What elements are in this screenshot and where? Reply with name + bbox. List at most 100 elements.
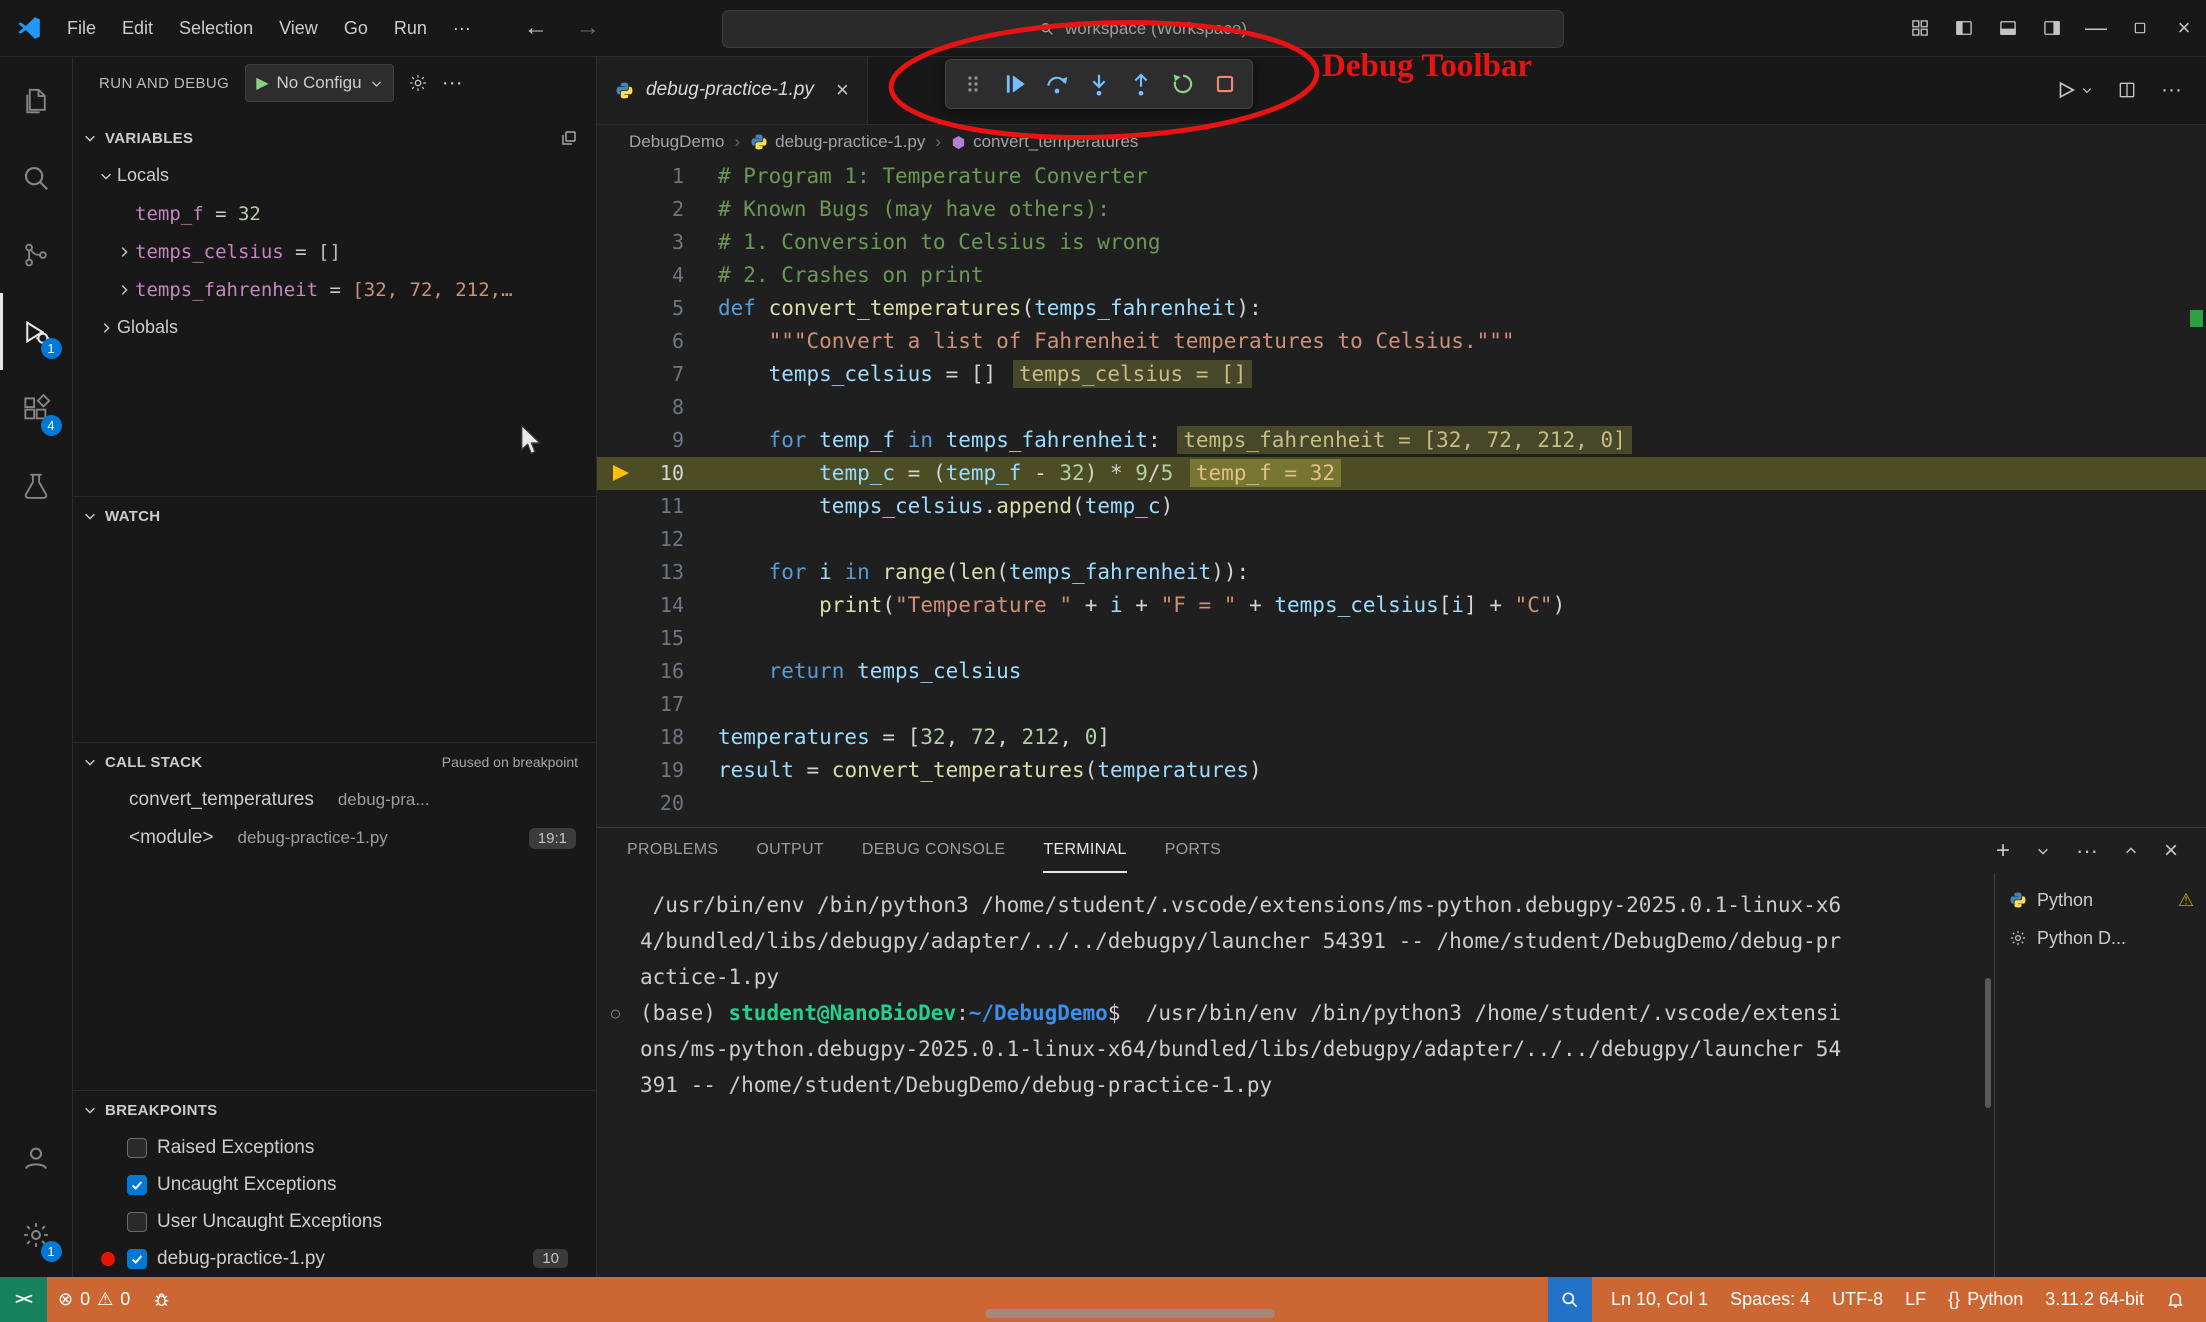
menu-run[interactable]: Run — [381, 18, 440, 39]
activitybar-run-and-debug[interactable]: 1 — [0, 293, 73, 370]
language-mode[interactable]: {} Python — [1937, 1277, 2034, 1322]
new-terminal-icon[interactable]: + — [1996, 837, 2010, 865]
toggle-sidebar-icon[interactable] — [1942, 0, 1986, 56]
command-decoration-icon[interactable]: ○ — [611, 995, 620, 1031]
code-line-5[interactable]: 5def convert_temperatures(temps_fahrenhe… — [597, 292, 2206, 325]
line-number[interactable]: 14 — [597, 589, 718, 622]
menu-overflow[interactable]: ··· — [440, 18, 484, 39]
start-debug-icon[interactable]: ▶ — [256, 73, 268, 93]
debug-restart-button[interactable] — [1166, 64, 1200, 104]
split-editor-icon[interactable] — [2117, 80, 2137, 100]
maximize-button[interactable] — [2118, 0, 2162, 56]
line-number[interactable]: 5 — [597, 292, 718, 325]
code-line-20[interactable]: 20 — [597, 787, 2206, 820]
menu-view[interactable]: View — [266, 18, 331, 39]
code-line-1[interactable]: 1# Program 1: Temperature Converter — [597, 160, 2206, 193]
terminal-dropdown-icon[interactable] — [2036, 844, 2050, 858]
activitybar-testing[interactable] — [0, 447, 73, 524]
minimize-button[interactable]: — — [2074, 0, 2118, 56]
code-line-14[interactable]: 14 print("Temperature " + i + "F = " + t… — [597, 589, 2206, 622]
terminal-output[interactable]: /usr/bin/env /bin/python3 /home/student/… — [597, 873, 1995, 1277]
code-line-9[interactable]: 9 for temp_f in temps_fahrenheit: temps_… — [597, 424, 2206, 457]
code-line-12[interactable]: 12 — [597, 523, 2206, 556]
command-center-search[interactable]: workspace (Workspace) — [722, 10, 1564, 48]
menu-selection[interactable]: Selection — [166, 18, 266, 39]
terminal-session-python[interactable]: Python⚠ — [1995, 881, 2206, 919]
breakpoint-checkbox[interactable] — [127, 1175, 147, 1195]
code-line-13[interactable]: 13 for i in range(len(temps_fahrenheit))… — [597, 556, 2206, 589]
line-number[interactable]: 9 — [597, 424, 718, 457]
activitybar-explorer[interactable] — [0, 62, 73, 139]
twistie-icon[interactable] — [95, 321, 117, 335]
variable-row[interactable]: temp_f = 32 — [73, 195, 596, 233]
code-line-17[interactable]: 17 — [597, 688, 2206, 721]
debugger-status-icon[interactable] — [141, 1277, 182, 1322]
line-number[interactable]: 4 — [597, 259, 718, 292]
cursor-position[interactable]: Ln 10, Col 1 — [1600, 1277, 1719, 1322]
twistie-icon[interactable] — [113, 245, 135, 259]
variable-row[interactable]: temps_fahrenheit = [32, 72, 212,… — [73, 271, 596, 309]
line-number[interactable]: 17 — [597, 688, 718, 721]
variable-row[interactable]: temps_celsius = [] — [73, 233, 596, 271]
code-line-19[interactable]: 19result = convert_temperatures(temperat… — [597, 754, 2206, 787]
debug-step-into-button[interactable] — [1082, 64, 1116, 104]
problems-status[interactable]: ⊗ 0 ⚠ 0 — [47, 1277, 141, 1322]
line-number[interactable]: 10 — [597, 457, 718, 490]
debug-settings-gear-icon[interactable] — [408, 73, 428, 93]
collapse-all-icon[interactable] — [560, 129, 578, 147]
python-interpreter-version[interactable]: 3.11.2 64-bit — [2034, 1277, 2155, 1322]
line-number[interactable]: 19 — [597, 754, 718, 787]
code-line-3[interactable]: 3# 1. Conversion to Celsius is wrong — [597, 226, 2206, 259]
panel-tab-output[interactable]: OUTPUT — [756, 828, 824, 873]
maximize-panel-icon[interactable] — [2124, 844, 2138, 858]
line-number[interactable]: 7 — [597, 358, 718, 391]
breakpoints-header[interactable]: BREAKPOINTS — [73, 1091, 596, 1129]
breadcrumb-item[interactable]: debug-practice-1.py — [750, 132, 925, 152]
line-number[interactable]: 20 — [597, 787, 718, 820]
menu-edit[interactable]: Edit — [109, 18, 166, 39]
activitybar-extensions[interactable]: 4 — [0, 370, 73, 447]
code-line-2[interactable]: 2# Known Bugs (may have others): — [597, 193, 2206, 226]
line-number[interactable]: 8 — [597, 391, 718, 424]
debug-stop-button[interactable] — [1208, 64, 1242, 104]
code-line-18[interactable]: 18temperatures = [32, 72, 212, 0] — [597, 721, 2206, 754]
breakpoint-checkbox[interactable] — [127, 1249, 147, 1269]
watch-header[interactable]: WATCH — [73, 497, 596, 535]
eol-status[interactable]: LF — [1894, 1277, 1937, 1322]
code-line-11[interactable]: 11 temps_celsius.append(temp_c) — [597, 490, 2206, 523]
debug-step-over-button[interactable] — [1040, 64, 1074, 104]
line-number[interactable]: 6 — [597, 325, 718, 358]
call-stack-frame[interactable]: convert_temperaturesdebug-pra... — [73, 781, 596, 819]
panel-tab-terminal[interactable]: TERMINAL — [1043, 828, 1126, 873]
debug-configuration-dropdown[interactable]: ▶ No Configu — [245, 64, 393, 102]
line-number[interactable]: 16 — [597, 655, 718, 688]
debug-continue-button[interactable] — [998, 64, 1032, 104]
toggle-secondary-sidebar-icon[interactable] — [2030, 0, 2074, 56]
activitybar-settings[interactable]: 1 — [0, 1196, 73, 1273]
debug-step-out-button[interactable] — [1124, 64, 1158, 104]
notifications-bell-icon[interactable] — [2155, 1277, 2196, 1322]
code-line-6[interactable]: 6 """Convert a list of Fahrenheit temper… — [597, 325, 2206, 358]
forward-button[interactable]: → — [576, 14, 600, 42]
code-editor[interactable]: 1# Program 1: Temperature Converter2# Kn… — [597, 158, 2206, 835]
close-panel-icon[interactable]: × — [2164, 837, 2178, 865]
panel-more-actions[interactable]: ··· — [2076, 838, 2098, 864]
variable-row[interactable]: Locals — [73, 157, 596, 195]
horizontal-scrollbar-artifact[interactable] — [985, 1309, 1275, 1318]
line-number[interactable]: 15 — [597, 622, 718, 655]
variable-row[interactable]: Globals — [73, 309, 596, 347]
breadcrumb-item[interactable]: convert_temperatures — [951, 132, 1138, 152]
activitybar-source-control[interactable] — [0, 216, 73, 293]
twistie-icon[interactable] — [95, 169, 117, 183]
terminal-scrollbar[interactable] — [1985, 978, 1991, 1108]
activitybar-accounts[interactable] — [0, 1119, 73, 1196]
breakpoint-checkbox[interactable] — [127, 1212, 147, 1232]
code-line-10[interactable]: 10 temp_c = (temp_f - 32) * 9/5 temp_f =… — [597, 457, 2206, 490]
sidebar-more-actions[interactable]: ··· — [442, 71, 463, 95]
close-tab-icon[interactable]: × — [836, 77, 849, 103]
breakpoint-row[interactable]: Uncaught Exceptions — [73, 1166, 596, 1203]
toggle-panel-icon[interactable] — [1986, 0, 2030, 56]
breakpoint-row[interactable]: Raised Exceptions — [73, 1129, 596, 1166]
panel-tab-problems[interactable]: PROBLEMS — [627, 828, 718, 873]
breakpoint-row[interactable]: debug-practice-1.py10 — [73, 1240, 596, 1277]
